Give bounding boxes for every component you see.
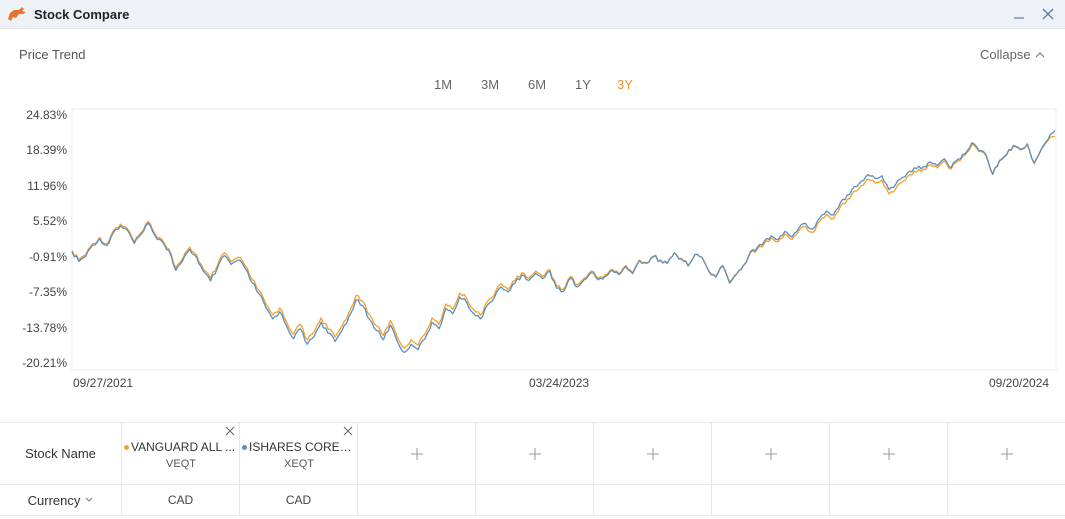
currency-empty (476, 485, 594, 515)
currency-value: CAD (240, 485, 358, 515)
stock-name-text: ISHARES CORE E... (249, 440, 354, 454)
stock-name: VANGUARD ALL ... (124, 440, 236, 454)
price-trend-chart (71, 108, 1057, 371)
stock-name-text: VANGUARD ALL ... (131, 440, 236, 454)
currency-value: CAD (122, 485, 240, 515)
plus-icon (1000, 447, 1013, 460)
series-line-xeqt (71, 130, 1056, 354)
y-tick-label: -13.78% (22, 320, 67, 335)
currency-empty (358, 485, 476, 515)
y-tick-label: 11.96% (27, 178, 67, 193)
x-tick-label-end: 09/20/2024 (989, 376, 1050, 390)
currency-empty (712, 485, 830, 515)
plot-area (71, 108, 1057, 371)
stock-name-row: Stock Name VANGUARD ALL ... VEQT ISHARES… (0, 423, 1065, 485)
x-tick-label-start: 09/27/2021 (73, 376, 134, 390)
add-stock-button[interactable] (830, 423, 948, 484)
stock-name-header: Stock Name (0, 423, 122, 484)
stock-slot-2[interactable]: ISHARES CORE E... XEQT (240, 423, 358, 484)
y-tick-label: -0.91% (28, 249, 67, 264)
stock-ticker: VEQT (166, 458, 196, 470)
y-tick-label: -7.35% (28, 285, 67, 300)
stock-slot-1[interactable]: VANGUARD ALL ... VEQT (122, 423, 240, 484)
plus-icon (764, 447, 777, 460)
x-tick-label-mid: 03/24/2023 (529, 376, 590, 390)
plus-icon (646, 447, 659, 460)
add-stock-button[interactable] (358, 423, 476, 484)
plus-icon (410, 447, 423, 460)
stock-name: ISHARES CORE E... (242, 440, 354, 454)
remove-stock-icon[interactable] (225, 426, 235, 436)
add-stock-button[interactable] (712, 423, 830, 484)
chevron-down-icon (86, 497, 93, 502)
currency-row: Currency CAD CAD (0, 485, 1065, 516)
series-layer (71, 130, 1056, 354)
compare-table: Stock Name VANGUARD ALL ... VEQT ISHARES… (0, 422, 1065, 519)
add-stock-button[interactable] (948, 423, 1065, 484)
currency-header: Currency (27, 492, 81, 508)
currency-empty (830, 485, 948, 515)
y-tick-label: 5.52% (32, 214, 67, 229)
plus-icon (528, 447, 541, 460)
add-stock-button[interactable] (476, 423, 594, 484)
currency-empty (594, 485, 712, 515)
remove-stock-icon[interactable] (343, 426, 353, 436)
y-tick-label: 18.39% (26, 143, 67, 158)
currency-empty (948, 485, 1065, 515)
stock-ticker: XEQT (284, 458, 314, 470)
series-dot (124, 444, 129, 450)
currency-dropdown[interactable]: Currency (0, 485, 122, 515)
add-stock-button[interactable] (594, 423, 712, 484)
plus-icon (882, 447, 895, 460)
series-line-veqt (71, 135, 1056, 349)
series-dot (242, 444, 247, 450)
y-tick-label: 24.83% (26, 108, 67, 122)
y-tick-label: -20.21% (22, 356, 67, 370)
